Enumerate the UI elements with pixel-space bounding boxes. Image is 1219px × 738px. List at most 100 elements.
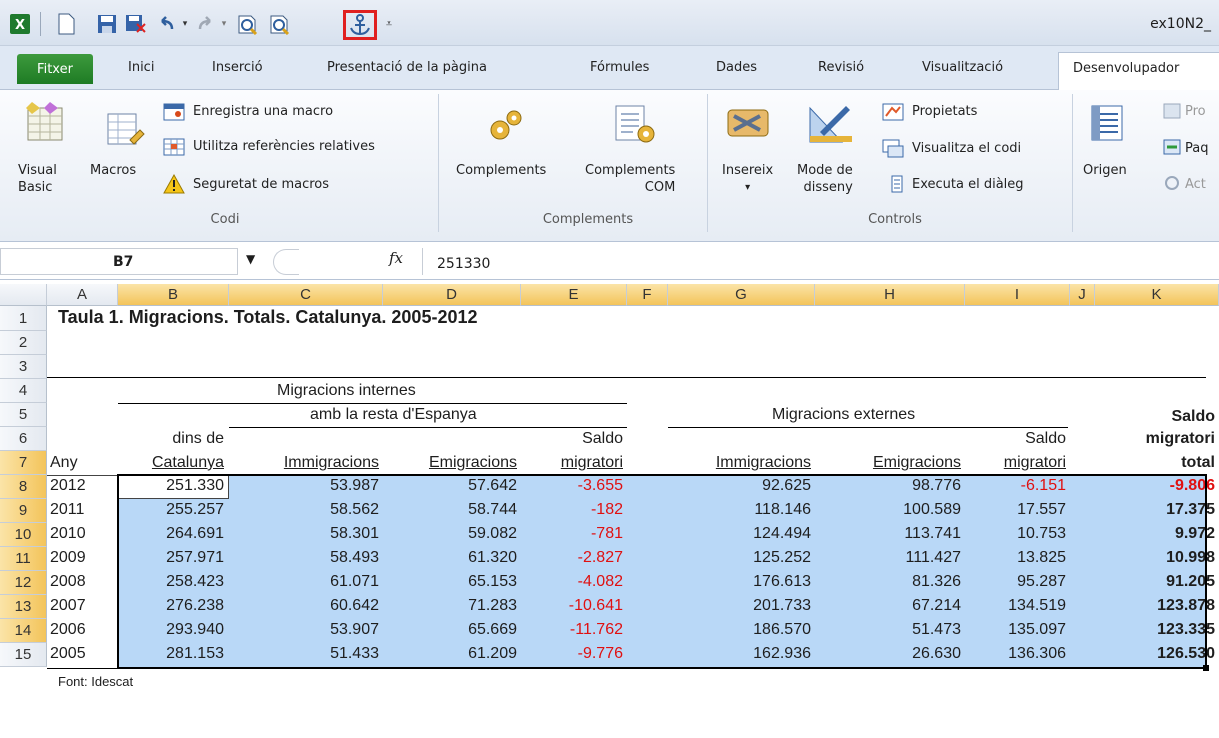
- properties-button[interactable]: Propietats: [912, 103, 977, 120]
- xml-properties-button[interactable]: Pro: [1185, 103, 1206, 120]
- column-header-a[interactable]: A: [47, 284, 118, 306]
- header-saldo-total-2[interactable]: migratori: [1095, 430, 1215, 448]
- insert-function-icon[interactable]: fx: [389, 249, 403, 267]
- cell-any[interactable]: 2006: [50, 621, 116, 639]
- row-header-1[interactable]: 1: [0, 306, 47, 331]
- redo-icon[interactable]: [195, 12, 217, 36]
- formula-value: 251330: [437, 256, 491, 272]
- column-header-b[interactable]: B: [118, 284, 229, 306]
- row-header-3[interactable]: 3: [0, 355, 47, 379]
- name-box-dropdown-icon[interactable]: ▼: [246, 252, 255, 266]
- header-migratori-2[interactable]: migratori: [965, 454, 1066, 472]
- tab-inici[interactable]: Inici: [128, 60, 154, 75]
- column-header-d[interactable]: D: [383, 284, 521, 306]
- cell-any[interactable]: 2008: [50, 573, 116, 591]
- column-header-g[interactable]: G: [668, 284, 815, 306]
- header-migracions-internes[interactable]: Migracions internes: [277, 382, 416, 400]
- header-any[interactable]: Any: [50, 454, 78, 472]
- refresh-data-button[interactable]: Act: [1185, 176, 1206, 193]
- cell-any[interactable]: 2007: [50, 597, 116, 615]
- run-dialog-button[interactable]: Executa el diàleg: [912, 176, 1024, 193]
- header-saldo-internes[interactable]: Saldo: [521, 430, 623, 448]
- design-mode-button[interactable]: Mode de disseny: [797, 162, 853, 196]
- row-header-12[interactable]: 12: [0, 571, 47, 595]
- sheet-title[interactable]: Taula 1. Migracions. Totals. Catalunya. …: [58, 307, 478, 328]
- tab-dades[interactable]: Dades: [716, 60, 757, 75]
- redo-dropdown-icon[interactable]: ▾: [219, 12, 229, 36]
- row-header-10[interactable]: 10: [0, 523, 47, 547]
- anchor-icon: [350, 14, 370, 36]
- new-document-icon[interactable]: [55, 12, 77, 36]
- visual-basic-button[interactable]: Visual Basic: [18, 162, 57, 196]
- undo-icon[interactable]: [155, 12, 177, 36]
- header-dins-de[interactable]: dins de: [118, 430, 224, 448]
- column-header-k[interactable]: K: [1095, 284, 1219, 306]
- header-saldo-total-1[interactable]: Saldo: [1095, 408, 1215, 426]
- tab-presentacio[interactable]: Presentació de la pàgina: [327, 60, 487, 75]
- row-header-5[interactable]: 5: [0, 403, 47, 427]
- tab-desenvolupador-active[interactable]: Desenvolupador: [1058, 52, 1219, 91]
- row-header-14[interactable]: 14: [0, 619, 47, 643]
- xml-source-button[interactable]: Origen: [1083, 162, 1127, 179]
- tab-fitxer[interactable]: Fitxer: [17, 54, 93, 84]
- header-emigracions-2[interactable]: Emigracions: [815, 454, 961, 472]
- row-header-9[interactable]: 9: [0, 499, 47, 523]
- header-emigracions-1[interactable]: Emigracions: [383, 454, 517, 472]
- tab-insercio[interactable]: Inserció: [212, 60, 263, 75]
- save-close-icon[interactable]: [124, 12, 148, 36]
- row-header-7[interactable]: 7: [0, 451, 47, 475]
- select-all-corner[interactable]: [0, 284, 47, 306]
- customize-qat-icon[interactable]: ⩡: [384, 12, 394, 36]
- footer-source[interactable]: Font: Idescat: [58, 674, 133, 689]
- header-migratori-1[interactable]: migratori: [521, 454, 623, 472]
- header-resta-espanya[interactable]: amb la resta d'Espanya: [310, 406, 477, 424]
- name-box[interactable]: B7: [0, 248, 238, 275]
- view-code-button[interactable]: Visualitza el codi: [912, 140, 1021, 157]
- row-header-6[interactable]: 6: [0, 427, 47, 451]
- header-immigracions-2[interactable]: Immigracions: [668, 454, 811, 472]
- cell-any[interactable]: 2005: [50, 645, 116, 663]
- cell-any[interactable]: 2011: [50, 501, 116, 519]
- column-header-h[interactable]: H: [815, 284, 965, 306]
- column-header-f[interactable]: F: [627, 284, 668, 306]
- row-header-15[interactable]: 15: [0, 643, 47, 667]
- xml-source-icon: [1090, 104, 1124, 148]
- record-macro-button[interactable]: Enregistra una macro: [193, 103, 333, 120]
- com-addins-button[interactable]: Complements COM: [585, 162, 675, 196]
- macros-icon: [102, 110, 150, 158]
- spreadsheet-grid[interactable]: A B C D E F G H I J K 1 2 3 4 5 6 7 8 9 …: [0, 284, 1219, 738]
- selection-border: [117, 474, 1207, 669]
- print-preview-full-icon[interactable]: [268, 12, 292, 36]
- column-header-e[interactable]: E: [521, 284, 627, 306]
- relative-references-button[interactable]: Utilitza referències relatives: [193, 138, 375, 155]
- column-header-i[interactable]: I: [965, 284, 1070, 306]
- print-preview-icon[interactable]: [236, 12, 260, 36]
- macros-button[interactable]: Macros: [90, 162, 136, 179]
- row-header-13[interactable]: 13: [0, 595, 47, 619]
- row-header-11[interactable]: 11: [0, 547, 47, 571]
- cell-any[interactable]: 2012: [50, 477, 116, 495]
- header-catalunya[interactable]: Catalunya: [118, 454, 224, 472]
- header-migracions-externes[interactable]: Migracions externes: [772, 406, 915, 424]
- formula-input[interactable]: 251330: [422, 248, 1219, 275]
- tab-revisio[interactable]: Revisió: [818, 60, 864, 75]
- save-icon[interactable]: [96, 12, 118, 36]
- macro-security-button[interactable]: Seguretat de macros: [193, 176, 329, 193]
- header-total[interactable]: total: [1095, 454, 1215, 472]
- highlighted-anchor-button[interactable]: [343, 10, 377, 40]
- cell-any[interactable]: 2009: [50, 549, 116, 567]
- tab-visualitzacio[interactable]: Visualització: [922, 60, 1003, 75]
- column-header-c[interactable]: C: [229, 284, 383, 306]
- header-saldo-externes[interactable]: Saldo: [965, 430, 1066, 448]
- expansion-packs-button[interactable]: Paq: [1185, 140, 1208, 157]
- tab-formules[interactable]: Fórmules: [590, 60, 649, 75]
- row-header-2[interactable]: 2: [0, 331, 47, 355]
- addins-button[interactable]: Complements: [456, 162, 546, 179]
- undo-dropdown-icon[interactable]: ▾: [180, 12, 190, 36]
- header-immigracions-1[interactable]: Immigracions: [229, 454, 379, 472]
- row-header-4[interactable]: 4: [0, 379, 47, 403]
- cell-any[interactable]: 2010: [50, 525, 116, 543]
- insert-button[interactable]: Insereix ▾: [722, 162, 773, 196]
- row-header-8[interactable]: 8: [0, 475, 47, 499]
- column-header-j[interactable]: J: [1070, 284, 1095, 306]
